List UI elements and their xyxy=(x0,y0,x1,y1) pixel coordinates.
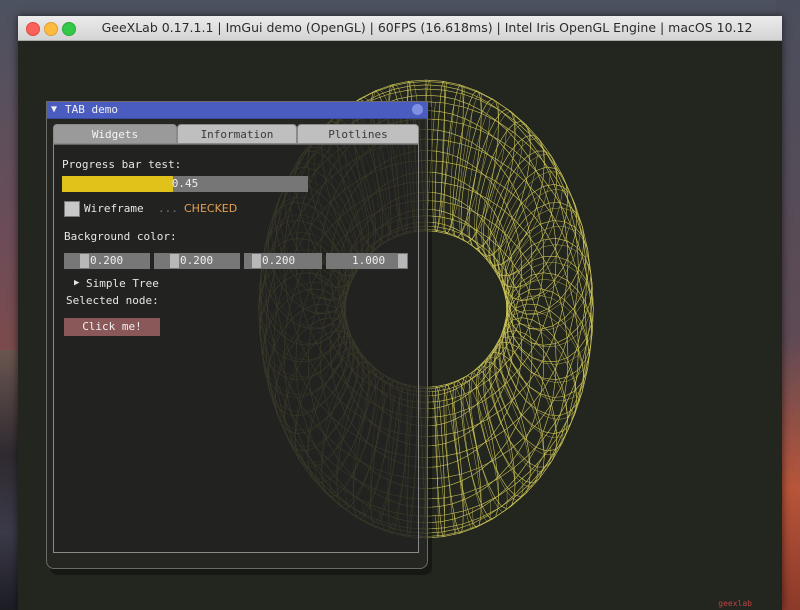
collapse-triangle-icon[interactable]: ▼ xyxy=(51,102,57,118)
bg-color-r-value: 0.200 xyxy=(90,254,124,267)
tab-information[interactable]: Information xyxy=(177,124,297,145)
tab-plotlines[interactable]: Plotlines xyxy=(297,124,419,145)
window-close-circle-icon[interactable] xyxy=(412,104,423,115)
render-viewport[interactable]: ▼ TAB demo Widgets Information Plotlines… xyxy=(18,41,782,610)
slider-grab[interactable] xyxy=(252,254,261,268)
viewport-watermark: geexlab xyxy=(718,599,752,608)
wireframe-label: Wireframe xyxy=(84,202,144,215)
window-title: GeeXLab 0.17.1.1 | ImGui demo (OpenGL) |… xyxy=(101,20,753,35)
tab-bar: Widgets Information Plotlines xyxy=(53,124,419,145)
tree-arrow-icon[interactable]: ▶ xyxy=(74,278,79,288)
bg-color-g-value: 0.200 xyxy=(180,254,214,267)
bg-color-b-value: 0.200 xyxy=(262,254,296,267)
wireframe-checkbox[interactable] xyxy=(64,201,80,217)
close-window-button[interactable] xyxy=(26,22,40,36)
tab-information-label: Information xyxy=(200,128,274,141)
selected-node-label: Selected node: xyxy=(66,294,159,307)
minimize-window-button[interactable] xyxy=(44,22,58,36)
progress-label: Progress bar test: xyxy=(62,158,182,171)
widgets-panel: Progress bar test: 0.45 Wireframe ... CH… xyxy=(53,143,419,553)
tab-demo-title-bar[interactable]: ▼ TAB demo xyxy=(47,102,427,119)
background-color-label: Background color: xyxy=(64,230,177,243)
bg-color-r-slider[interactable]: 0.200 xyxy=(64,253,150,269)
slider-grab[interactable] xyxy=(170,254,179,268)
progress-bar: 0.45 xyxy=(62,176,308,192)
bg-color-a-slider[interactable]: 1.000 xyxy=(326,253,408,269)
tab-widgets-label: Widgets xyxy=(91,128,139,141)
progress-bar-value: 0.45 xyxy=(171,177,199,190)
slider-grab[interactable] xyxy=(398,254,407,268)
bg-color-b-slider[interactable]: 0.200 xyxy=(244,253,322,269)
tab-demo-window[interactable]: ▼ TAB demo Widgets Information Plotlines… xyxy=(46,101,428,569)
wireframe-state: CHECKED xyxy=(184,202,238,215)
title-bar[interactable]: GeeXLab 0.17.1.1 | ImGui demo (OpenGL) |… xyxy=(18,16,782,41)
wireframe-dots: ... xyxy=(158,202,178,215)
simple-tree-node[interactable]: Simple Tree xyxy=(86,277,159,290)
bg-color-a-value: 1.000 xyxy=(352,254,386,267)
tab-demo-title: TAB demo xyxy=(65,103,118,116)
tab-plotlines-label: Plotlines xyxy=(328,128,388,141)
slider-grab[interactable] xyxy=(80,254,89,268)
tab-widgets[interactable]: Widgets xyxy=(53,124,177,145)
bg-color-g-slider[interactable]: 0.200 xyxy=(154,253,240,269)
click-me-button[interactable]: Click me! xyxy=(64,318,160,336)
maximize-window-button[interactable] xyxy=(62,22,76,36)
geexlab-window: GeeXLab 0.17.1.1 | ImGui demo (OpenGL) |… xyxy=(18,16,782,610)
